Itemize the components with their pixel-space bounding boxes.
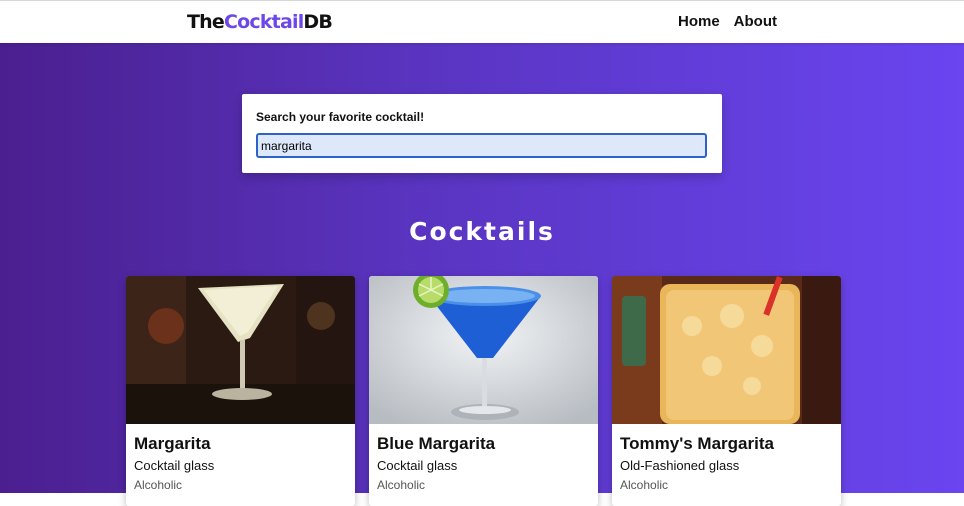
section-title: Cocktails [409, 217, 555, 246]
card-glass: Cocktail glass [377, 458, 458, 473]
tommys-margarita-photo [612, 276, 841, 424]
card-title: Blue Margarita [377, 434, 496, 453]
search-input[interactable] [256, 133, 707, 158]
navbar: TheCocktailDB Home About [0, 0, 964, 43]
card-title: Margarita [134, 434, 211, 453]
card-glass: Old-Fashioned glass [620, 458, 740, 473]
margarita-photo [126, 276, 355, 424]
card-title: Tommy's Margarita [620, 434, 774, 453]
nav-link-home[interactable]: Home [678, 13, 720, 30]
card-body: Tommy's Margarita Old-Fashioned glass Al… [612, 424, 841, 502]
cocktail-card[interactable]: Margarita Cocktail glass Alcoholic [126, 276, 355, 506]
search-form: Search your favorite cocktail! [242, 94, 722, 173]
card-type: Alcoholic [377, 478, 426, 492]
card-glass: Cocktail glass [134, 458, 215, 473]
logo-suffix: DB [303, 11, 333, 33]
logo[interactable]: TheCocktailDB [187, 11, 333, 33]
cocktail-list: Margarita Cocktail glass Alcoholic Blue … [126, 276, 841, 506]
nav-links: Home About [678, 13, 777, 30]
card-body: Margarita Cocktail glass Alcoholic [126, 424, 355, 502]
logo-accent: Cocktail [223, 11, 304, 33]
search-label: Search your favorite cocktail! [256, 110, 425, 124]
hero-section: Search your favorite cocktail! Cocktails [0, 43, 964, 506]
cocktail-card[interactable]: Tommy's Margarita Old-Fashioned glass Al… [612, 276, 841, 506]
logo-prefix: The [187, 11, 225, 33]
card-body: Blue Margarita Cocktail glass Alcoholic [369, 424, 598, 502]
blue-margarita-photo [369, 276, 598, 424]
card-type: Alcoholic [134, 478, 183, 492]
cocktail-card[interactable]: Blue Margarita Cocktail glass Alcoholic [369, 276, 598, 506]
card-type: Alcoholic [620, 478, 669, 492]
nav-link-about[interactable]: About [734, 13, 777, 30]
